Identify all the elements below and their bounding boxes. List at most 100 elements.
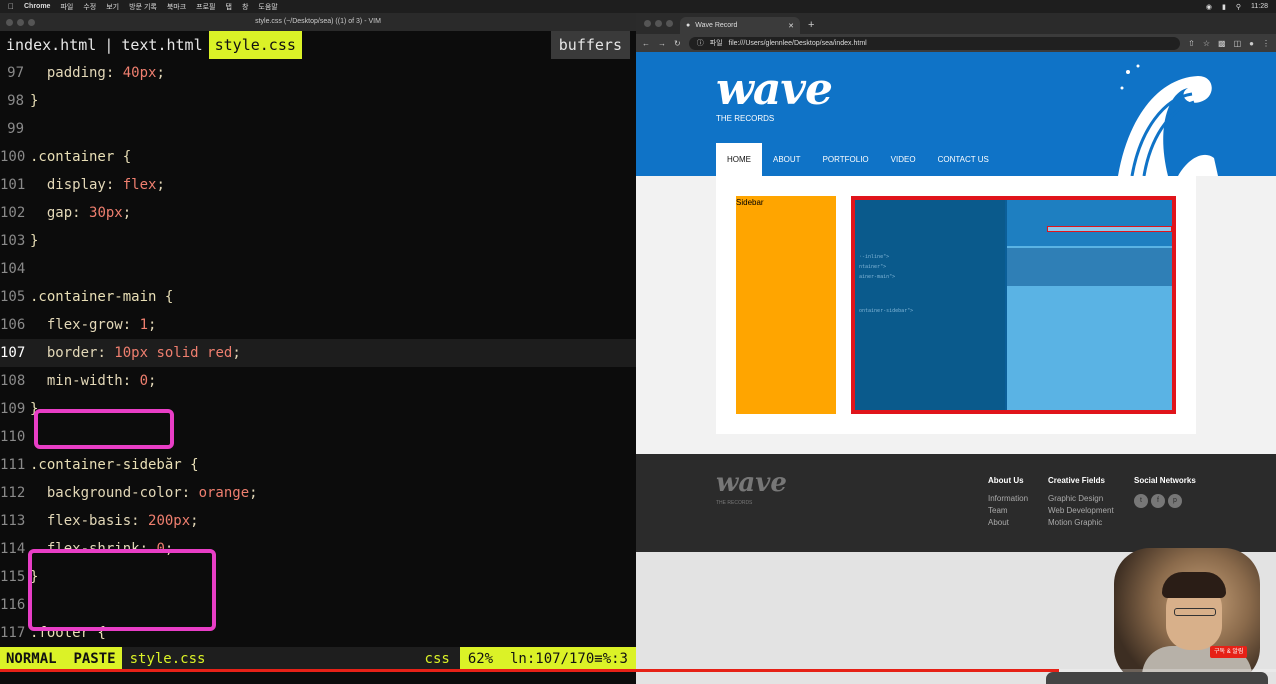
minimize-window-button[interactable] — [17, 19, 24, 26]
share-icon[interactable]: ⇧ — [1188, 39, 1195, 48]
embedded-site-band — [1007, 248, 1172, 286]
code-line: 97 padding: 40px; — [7, 65, 165, 81]
subscribe-badge[interactable]: 구독 & 알림 — [1210, 646, 1248, 658]
nav-portfolio[interactable]: PORTFOLIO — [812, 143, 880, 176]
vim-statusline: NORMAL PASTE style.css css 62% ln:107/17… — [0, 647, 636, 671]
search-icon[interactable]: ⚲ — [1236, 3, 1241, 11]
menubar-item-bookmarks[interactable]: 북마크 — [167, 2, 186, 12]
vim-command-line[interactable] — [0, 673, 636, 684]
close-window-button[interactable] — [6, 19, 13, 26]
code-line: 102 gap: 30px; — [0, 205, 132, 221]
site-logo[interactable]: wave — [716, 64, 833, 115]
apple-icon[interactable]:  — [8, 2, 14, 11]
nav-video[interactable]: VIDEO — [880, 143, 927, 176]
code-line: 108 min-width: 0; — [0, 373, 157, 389]
profile-icon[interactable]: ● — [1249, 39, 1254, 48]
vim-mode-indicator: NORMAL PASTE — [0, 647, 122, 671]
code-line: 105 .container-main { — [0, 289, 174, 305]
footer-link[interactable]: About — [988, 518, 1028, 527]
vim-tab-index-html[interactable]: index.html — [0, 31, 102, 59]
embedded-red-box — [1047, 226, 1172, 232]
highlight-box-min-width — [34, 409, 174, 449]
info-icon[interactable]: ⓘ — [697, 38, 704, 48]
vim-tab-style-css[interactable]: style.css — [208, 31, 302, 59]
browser-tab-title: Wave Record — [695, 22, 738, 29]
vim-titlebar: style.css (~/Desktop/sea) ((1) of 3) - V… — [0, 13, 636, 31]
window-controls — [6, 19, 35, 26]
footer-link[interactable]: Motion Graphic — [1048, 518, 1114, 527]
twitter-icon[interactable]: t — [1134, 494, 1148, 508]
browser-zoom-button[interactable] — [666, 20, 673, 27]
menubar-item-help[interactable]: 도움말 — [258, 2, 277, 12]
address-bar[interactable]: ⓘ 파일 file:///Users/glennlee/Desktop/sea/… — [688, 36, 1181, 50]
browser-close-button[interactable] — [644, 20, 651, 27]
embedded-code-text: ·-inline"> — [859, 254, 890, 260]
site-header: wave THE RECORDS HOME ABOUT PORTFOLIO VI… — [636, 52, 1276, 176]
bookmark-star-icon[interactable]: ☆ — [1203, 39, 1210, 48]
footer-link[interactable]: Information — [988, 494, 1028, 503]
vim-status-filetype: css — [424, 651, 450, 667]
code-line: 98} — [7, 93, 39, 109]
menubar-item-profile[interactable]: 프로필 — [196, 2, 215, 12]
browser-minimize-button[interactable] — [655, 20, 662, 27]
menubar-item-file[interactable]: 파일 — [60, 2, 73, 12]
vim-tabline: index.html | text.html style.css buffers — [0, 31, 636, 59]
reload-icon[interactable]: ↻ — [674, 39, 681, 48]
facebook-icon[interactable]: f — [1151, 494, 1165, 508]
tab-separator: | — [104, 36, 114, 54]
nav-about[interactable]: ABOUT — [762, 143, 812, 176]
browser-window-controls — [644, 20, 673, 27]
new-tab-button[interactable]: + — [808, 19, 814, 31]
footer-logo[interactable]: wave — [716, 468, 787, 498]
toolbar-icons: ⇧ ☆ ▩ ◫ ● ⋮ — [1188, 39, 1270, 48]
menubar-item-window[interactable]: 창 — [242, 2, 248, 12]
container-sidebar: Sidebar — [736, 196, 836, 414]
close-tab-icon[interactable]: ✕ — [788, 22, 794, 30]
presenter-glasses — [1174, 608, 1216, 616]
menubar-app-name[interactable]: Chrome — [24, 3, 50, 10]
main-embedded-browser-capture — [1007, 200, 1172, 410]
footer-heading: About Us — [988, 476, 1024, 485]
code-line-current: 107 border: 10px solid red; — [0, 339, 636, 367]
code-line: 101 display: flex; — [0, 177, 165, 193]
code-line: 100 .container { — [0, 149, 132, 165]
wave-illustration — [1118, 64, 1218, 176]
wifi-icon[interactable]: ◉ — [1206, 3, 1212, 11]
menubar-item-tab[interactable]: 탭 — [226, 2, 232, 12]
browser-tab-wave-record[interactable]: ● Wave Record ✕ — [680, 17, 800, 34]
code-line: 106 flex-grow: 1; — [0, 317, 157, 333]
site-logo-subtitle: THE RECORDS — [716, 114, 775, 123]
menubar-item-edit[interactable]: 수정 — [83, 2, 96, 12]
back-icon[interactable]: ← — [642, 39, 650, 48]
menubar-status-area: ◉ ▮ ⚲ 11:28 — [1206, 3, 1268, 11]
nav-contact-us[interactable]: CONTACT US — [927, 143, 1000, 176]
container-main: ·-inline"> ntainer"> ainer-main"> ontain… — [851, 196, 1176, 414]
embedded-code-text: ontainer-sidebar"> — [859, 308, 914, 314]
extensions-icon[interactable]: ▩ — [1218, 39, 1226, 48]
code-editor[interactable]: 97 padding: 40px; 98} 99 100 .container {… — [0, 59, 636, 647]
menubar-clock[interactable]: 11:28 — [1251, 3, 1268, 10]
vim-window-title: style.css (~/Desktop/sea) ((1) of 3) - V… — [255, 18, 381, 25]
site-nav: HOME ABOUT PORTFOLIO VIDEO CONTACT US — [716, 143, 1000, 176]
menu-kebab-icon[interactable]: ⋮ — [1262, 39, 1270, 48]
zoom-window-button[interactable] — [28, 19, 35, 26]
menubar-item-view[interactable]: 보기 — [106, 2, 119, 12]
menubar-item-history[interactable]: 방문 기록 — [129, 2, 157, 12]
highlight-box-flex-props — [28, 549, 216, 631]
vim-status-filename: style.css — [129, 651, 206, 667]
sidepanel-icon[interactable]: ◫ — [1234, 39, 1242, 48]
footer-link[interactable]: Graphic Design — [1048, 494, 1114, 503]
battery-icon[interactable]: ▮ — [1222, 3, 1226, 11]
sidebar-label: Sidebar — [736, 198, 764, 207]
video-progress-bar[interactable] — [0, 669, 1276, 672]
footer-heading: Creative Fields — [1048, 476, 1105, 485]
nav-home[interactable]: HOME — [716, 143, 762, 176]
footer-link[interactable]: Web Development — [1048, 506, 1114, 515]
pinterest-icon[interactable]: p — [1168, 494, 1182, 508]
presenter-webcam — [1114, 548, 1260, 684]
vim-window: style.css (~/Desktop/sea) ((1) of 3) - V… — [0, 13, 636, 684]
footer-link[interactable]: Team — [988, 506, 1028, 515]
browser-tab-strip: ● Wave Record ✕ + — [636, 13, 1276, 34]
forward-icon[interactable]: → — [658, 39, 666, 48]
vim-tab-text-html[interactable]: text.html — [115, 31, 208, 59]
